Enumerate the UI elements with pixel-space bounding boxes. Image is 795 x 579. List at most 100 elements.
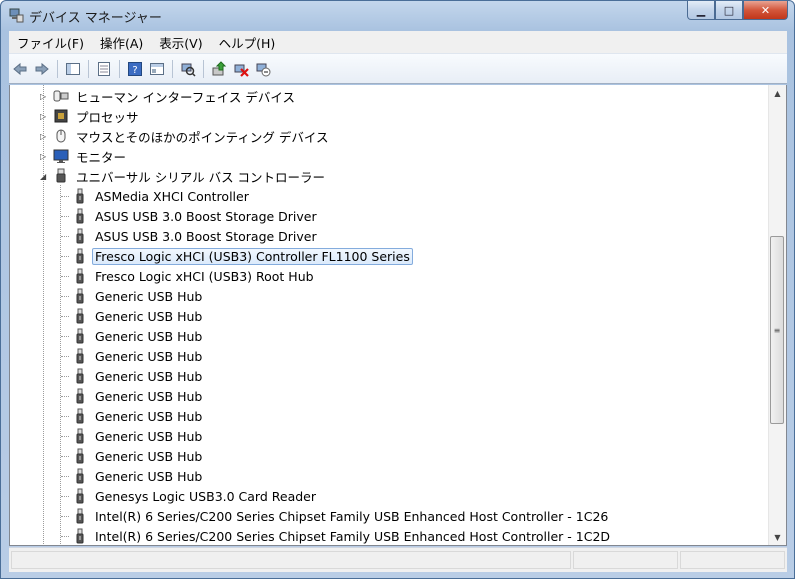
toolbar-separator xyxy=(88,59,89,78)
tree-category-label: ヒューマン インターフェイス デバイス xyxy=(76,89,295,105)
usb-device-label: Generic USB Hub xyxy=(95,468,203,484)
tree-connector xyxy=(61,536,69,537)
scroll-thumb[interactable]: ≡ xyxy=(770,236,784,424)
tree-category-label: マウスとそのほかのポインティング デバイス xyxy=(76,129,329,145)
scan-hardware-changes-icon[interactable] xyxy=(177,58,199,80)
forward-arrow-icon[interactable] xyxy=(31,58,53,80)
usb-device-label: Fresco Logic xHCI (USB3) Controller FL11… xyxy=(92,247,413,265)
update-driver-icon[interactable] xyxy=(208,58,230,80)
tree-connector xyxy=(61,336,69,337)
usb-icon xyxy=(53,168,69,184)
properties-icon[interactable] xyxy=(93,58,115,80)
toolbar-separator xyxy=(57,59,58,78)
tree-connector xyxy=(61,196,69,197)
minimize-button[interactable]: ▁ xyxy=(687,1,715,20)
tree-connector xyxy=(61,436,69,437)
usb-device-label: Generic USB Hub xyxy=(95,308,203,324)
usb-device-item[interactable]: ASUS USB 3.0 Boost Storage Driver xyxy=(72,206,320,226)
usb-device-item[interactable]: Generic USB Hub xyxy=(72,346,205,366)
scroll-up-button[interactable]: ▲ xyxy=(769,85,786,102)
title-bar[interactable]: デバイス マネージャー ▁ □ ✕ xyxy=(1,1,794,31)
tree-category-monitor[interactable]: ▷ モニター xyxy=(40,146,129,166)
device-tree-panel: ▷ ヒューマン インターフェイス デバイス ▷ プロセッサ ▷ マウスとそのほか… xyxy=(9,85,787,546)
tree-connector xyxy=(61,456,69,457)
processor-icon xyxy=(53,108,69,124)
usb-device-item[interactable]: Generic USB Hub xyxy=(72,466,205,486)
tree-connector xyxy=(61,356,69,357)
close-button[interactable]: ✕ xyxy=(743,1,788,20)
usb-device-label: ASUS USB 3.0 Boost Storage Driver xyxy=(95,208,317,224)
expand-arrow-icon[interactable]: ▷ xyxy=(40,132,49,141)
usb-device-item[interactable]: Generic USB Hub xyxy=(72,326,205,346)
expand-arrow-icon[interactable]: ▷ xyxy=(40,112,49,121)
scroll-down-button[interactable]: ▼ xyxy=(769,529,786,545)
menu-action[interactable]: 操作(A) xyxy=(92,33,151,52)
usb-device-item[interactable]: Intel(R) 6 Series/C200 Series Chipset Fa… xyxy=(72,526,613,545)
usb-device-item[interactable]: Intel(R) 6 Series/C200 Series Chipset Fa… xyxy=(72,506,611,526)
help-icon[interactable]: ? xyxy=(124,58,146,80)
vertical-scrollbar[interactable]: ▲ ≡ ▼ xyxy=(768,85,786,545)
expand-arrow-icon[interactable]: ▷ xyxy=(40,152,49,161)
usb-device-label: Genesys Logic USB3.0 Card Reader xyxy=(95,488,316,504)
tree-connector xyxy=(61,216,69,217)
usb-device-item[interactable]: Generic USB Hub xyxy=(72,426,205,446)
usb-device-item[interactable]: ASUS USB 3.0 Boost Storage Driver xyxy=(72,226,320,246)
usb-device-label: Generic USB Hub xyxy=(95,348,203,364)
show-hide-console-tree-icon[interactable] xyxy=(62,58,84,80)
usb-device-label: ASMedia XHCI Controller xyxy=(95,188,249,204)
menu-file[interactable]: ファイル(F) xyxy=(9,33,92,52)
tree-category-processor[interactable]: ▷ プロセッサ xyxy=(40,106,142,126)
tree-connector xyxy=(61,256,69,257)
uninstall-device-icon[interactable] xyxy=(230,58,252,80)
svg-text:?: ? xyxy=(132,65,137,76)
usb-device-item[interactable]: Generic USB Hub xyxy=(72,446,205,466)
usb-device-label: Generic USB Hub xyxy=(95,408,203,424)
status-pane xyxy=(11,551,571,569)
usb-device-label: Generic USB Hub xyxy=(95,388,203,404)
monitor-icon xyxy=(53,148,69,164)
usb-device-item[interactable]: Generic USB Hub xyxy=(72,406,205,426)
maximize-button[interactable]: □ xyxy=(715,1,743,20)
usb-device-label: Fresco Logic xHCI (USB3) Root Hub xyxy=(95,268,314,284)
tree-category-label: ユニバーサル シリアル バス コントローラー xyxy=(76,169,326,185)
usb-device-icon xyxy=(72,188,88,204)
tree-category-label: プロセッサ xyxy=(76,109,139,125)
usb-device-label: Generic USB Hub xyxy=(95,288,203,304)
usb-device-item[interactable]: Genesys Logic USB3.0 Card Reader xyxy=(72,486,319,506)
hid-icon xyxy=(53,88,69,104)
tree-connector xyxy=(61,416,69,417)
tree-connector xyxy=(61,496,69,497)
usb-device-item[interactable]: Generic USB Hub xyxy=(72,306,205,326)
usb-device-item[interactable]: Generic USB Hub xyxy=(72,386,205,406)
disable-device-icon[interactable] xyxy=(252,58,274,80)
tree-category-usb[interactable]: ◢ ユニバーサル シリアル バス コントローラー xyxy=(40,166,328,186)
usb-device-item[interactable]: ASMedia XHCI Controller xyxy=(72,186,252,206)
tree-category-mouse[interactable]: ▷ マウスとそのほかのポインティング デバイス xyxy=(40,126,331,146)
status-bar xyxy=(9,547,787,572)
usb-device-icon xyxy=(72,488,88,504)
tree-category-hid[interactable]: ▷ ヒューマン インターフェイス デバイス xyxy=(40,86,298,106)
usb-device-label: Generic USB Hub xyxy=(95,328,203,344)
usb-device-item[interactable]: Generic USB Hub xyxy=(72,286,205,306)
toolbar-separator xyxy=(203,59,204,78)
usb-device-icon xyxy=(72,508,88,524)
usb-device-item[interactable]: Fresco Logic xHCI (USB3) Controller FL11… xyxy=(72,246,413,266)
back-arrow-icon[interactable] xyxy=(9,58,31,80)
usb-device-icon xyxy=(72,428,88,444)
usb-device-label: Intel(R) 6 Series/C200 Series Chipset Fa… xyxy=(95,508,609,524)
usb-device-icon xyxy=(72,268,88,284)
tree-connector xyxy=(60,185,61,545)
console-tree-view-icon[interactable] xyxy=(146,58,168,80)
caption-buttons: ▁ □ ✕ xyxy=(687,1,788,21)
usb-device-item[interactable]: Fresco Logic xHCI (USB3) Root Hub xyxy=(72,266,317,286)
usb-device-icon xyxy=(72,248,88,264)
collapse-arrow-icon[interactable]: ◢ xyxy=(40,172,49,181)
expand-arrow-icon[interactable]: ▷ xyxy=(40,92,49,101)
menu-view[interactable]: 表示(V) xyxy=(151,33,210,52)
status-pane xyxy=(680,551,785,569)
menu-help[interactable]: ヘルプ(H) xyxy=(211,33,284,52)
toolbar-separator xyxy=(172,59,173,78)
usb-device-item[interactable]: Generic USB Hub xyxy=(72,366,205,386)
usb-device-icon xyxy=(72,208,88,224)
tree-connector xyxy=(61,476,69,477)
